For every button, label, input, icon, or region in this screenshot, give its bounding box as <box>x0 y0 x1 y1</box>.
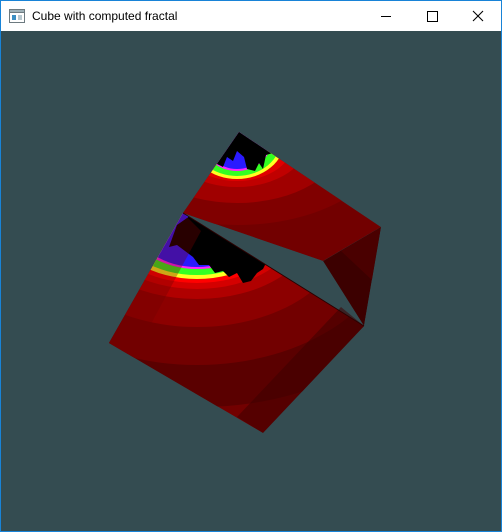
maximize-icon <box>427 11 438 22</box>
fractal-cube <box>109 132 381 433</box>
title-bar[interactable]: Cube with computed fractal <box>1 1 501 31</box>
window-title: Cube with computed fractal <box>32 9 178 23</box>
render-viewport[interactable] <box>1 31 501 531</box>
application-window: Cube with computed fractal <box>0 0 502 532</box>
maximize-button[interactable] <box>409 1 455 31</box>
close-button[interactable] <box>455 1 501 31</box>
window-app-icon[interactable] <box>9 9 25 23</box>
close-icon <box>472 10 484 22</box>
cube-face-top <box>183 132 381 261</box>
minimize-icon <box>381 16 391 17</box>
minimize-button[interactable] <box>363 1 409 31</box>
